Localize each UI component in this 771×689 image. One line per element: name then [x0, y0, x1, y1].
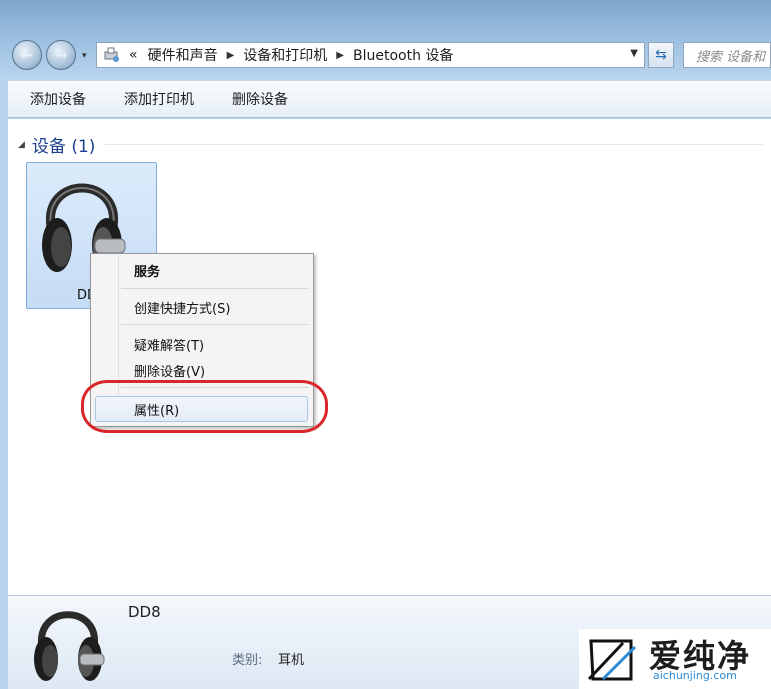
search-input[interactable]: 搜索 设备和: [683, 42, 771, 68]
watermark-site: aichunjing.com: [653, 669, 737, 682]
menu-item-troubleshoot[interactable]: 疑难解答(T): [134, 335, 204, 354]
menu-separator: [121, 324, 309, 325]
group-title: 设备 (1): [31, 137, 96, 157]
refresh-button[interactable]: ⇆: [648, 42, 674, 68]
divider: [105, 144, 763, 145]
search-placeholder: 搜索 设备和: [696, 49, 766, 65]
add-printer-button[interactable]: 添加打印机: [124, 89, 194, 109]
devices-printers-icon: [101, 44, 123, 66]
menu-item-create-shortcut[interactable]: 创建快捷方式(S): [134, 298, 230, 317]
breadcrumb-overflow[interactable]: «: [129, 47, 138, 63]
recent-pages-dropdown[interactable]: ▾: [82, 51, 92, 61]
category-label: 类别:: [232, 653, 263, 668]
refresh-icon: ⇆: [655, 47, 667, 63]
breadcrumb-item-devices-printers[interactable]: 设备和打印机: [243, 45, 327, 65]
breadcrumb-item-hardware-sound[interactable]: 硬件和声音: [148, 45, 218, 65]
annotation-highlight-ring: [81, 380, 328, 433]
menu-item-services[interactable]: 服务: [134, 261, 160, 280]
add-device-button[interactable]: 添加设备: [30, 89, 86, 109]
chevron-down-icon[interactable]: ▼: [630, 48, 638, 59]
back-button[interactable]: ←: [12, 40, 42, 70]
menu-item-remove-device[interactable]: 删除设备(V): [134, 361, 205, 380]
breadcrumb-item-bluetooth[interactable]: Bluetooth 设备: [353, 45, 453, 65]
collapse-triangle-icon[interactable]: ◢: [18, 140, 25, 150]
remove-device-button[interactable]: 删除设备: [232, 89, 288, 109]
headphones-icon: [30, 599, 106, 689]
category-value: 耳机: [278, 653, 305, 668]
device-name: DD8: [128, 603, 161, 621]
arrow-left-icon: ←: [20, 46, 34, 64]
address-bar[interactable]: « 硬件和声音 ▶ 设备和打印机 ▶ Bluetooth 设备 ▼: [96, 42, 645, 68]
brand-logo-icon: [583, 635, 641, 689]
arrow-right-icon: →: [54, 46, 68, 64]
watermark-logo: 爱纯净 aichunjing.com: [579, 629, 771, 689]
device-group-header[interactable]: ◢ 设备 (1): [18, 132, 763, 157]
navigation-bar: ← → ▾ « 硬件和声音 ▶ 设备和打印机 ▶ Bluetooth 设备 ▼ …: [0, 30, 771, 76]
chevron-right-icon[interactable]: ▶: [227, 50, 235, 61]
command-bar: 添加设备 添加打印机 删除设备: [8, 80, 771, 118]
chevron-right-icon[interactable]: ▶: [336, 50, 344, 61]
forward-button[interactable]: →: [46, 40, 76, 70]
menu-separator: [121, 288, 309, 289]
